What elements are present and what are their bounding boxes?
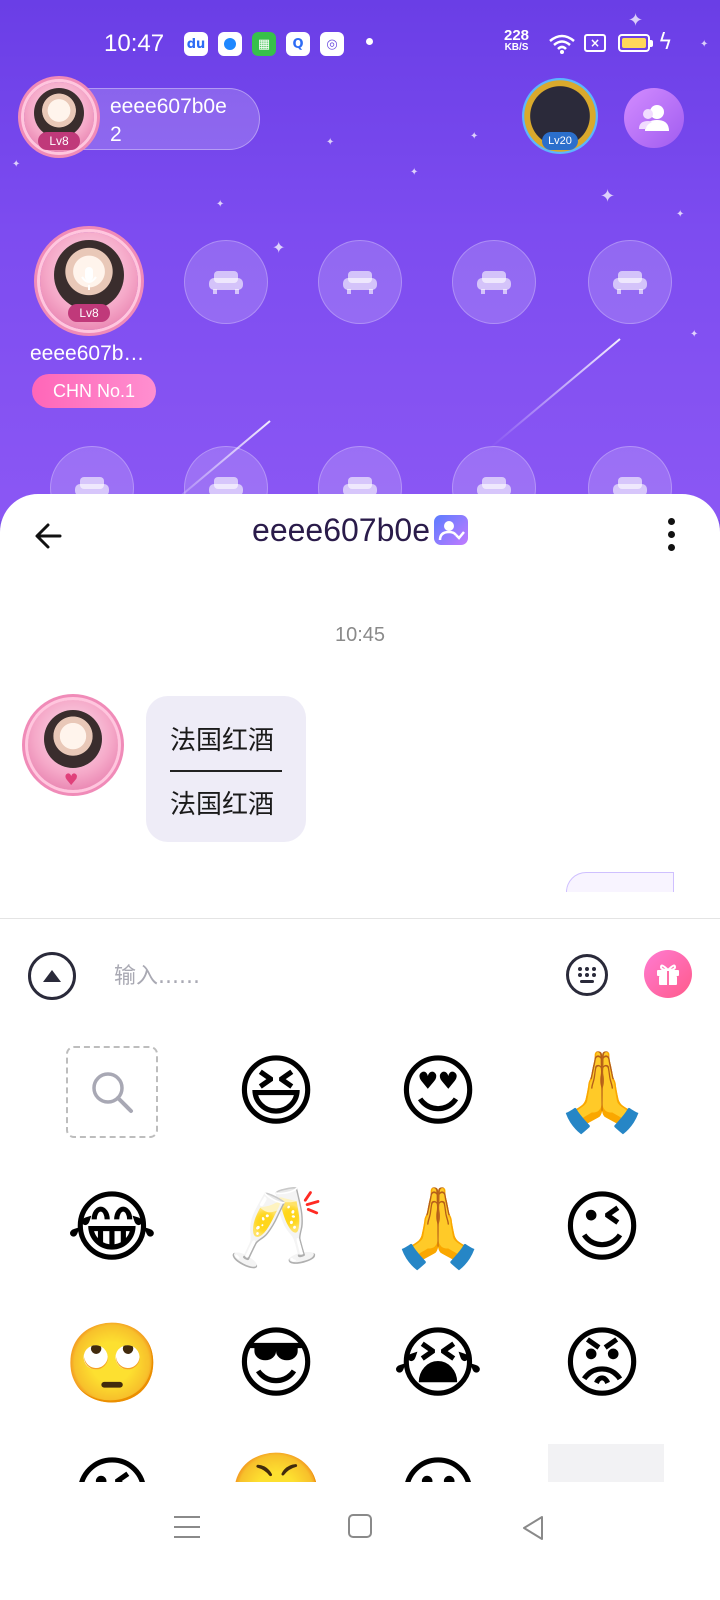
heart-icon: ♥ — [64, 770, 79, 789]
seat-host-level-tag: Lv8 — [68, 304, 110, 322]
emoji-laughing[interactable]: 😆 — [228, 1044, 324, 1140]
seat-host-avatar[interactable]: Lv8 — [40, 232, 138, 330]
home-icon[interactable] — [348, 1514, 372, 1538]
sparkle: ✦ — [470, 131, 479, 142]
chat-title-text: eeee607b0e — [252, 512, 430, 548]
emoji-partial[interactable]: 😤 — [227, 1446, 324, 1482]
battery-tip — [650, 40, 653, 47]
sofa-icon — [343, 271, 377, 294]
vip-level-tag: Lv20 — [542, 132, 578, 150]
back-triangle-icon[interactable] — [520, 1514, 546, 1542]
owner-avatar-photo — [34, 88, 84, 138]
target-app-icon: ◎ — [320, 32, 344, 56]
keyboard-button[interactable] — [566, 954, 608, 996]
sender-avatar[interactable]: ♥ — [28, 700, 118, 790]
message-divider — [170, 770, 282, 772]
q-app-icon: Q — [286, 32, 310, 56]
emoji-loading-placeholder — [548, 1444, 664, 1482]
no-sim-icon: × — [584, 34, 606, 52]
emoji-pray[interactable]: 🙏 — [553, 1044, 650, 1140]
sparkle: ✦ — [12, 159, 21, 170]
microphone-icon — [81, 267, 97, 290]
shooting-star — [489, 338, 621, 450]
rank-badge: CHN No.1 — [32, 374, 156, 408]
battery-level — [622, 38, 646, 48]
circle-app-icon — [218, 32, 242, 56]
sender-avatar-photo — [44, 710, 102, 768]
owner-name: eeee607b0e — [110, 95, 227, 118]
message-input[interactable] — [114, 954, 534, 998]
voice-room-area: ✦ ✦ ✦ ✦ ✦ ✦ ✦ ✦ ✦ ✦ ✦ 10:47 du ▦ Q ◎ 228… — [0, 0, 720, 520]
empty-seat[interactable] — [318, 240, 402, 324]
expand-toggle-button[interactable] — [28, 952, 76, 1000]
charging-icon: ϟ — [658, 30, 673, 55]
sparkle: ✦ — [600, 186, 616, 207]
emoji-partial[interactable]: 😘 — [64, 1446, 160, 1482]
people-icon — [639, 105, 669, 131]
sparkle: ✦ — [326, 137, 335, 148]
emoji-crying[interactable]: 😭 — [390, 1316, 486, 1412]
partial-message-bubble[interactable] — [566, 872, 674, 892]
verified-user-icon — [433, 515, 468, 545]
message-line-2: 法国红酒 — [170, 790, 275, 820]
baidu-icon: du — [184, 32, 208, 56]
network-speed: 228 KB/S — [504, 27, 530, 54]
sparkle: ✦ — [690, 329, 699, 340]
system-navigation-bar — [0, 1482, 720, 1600]
green-shop-icon: ▦ — [252, 32, 276, 56]
status-time: 10:47 — [104, 30, 165, 57]
notification-dot-icon — [366, 38, 373, 45]
emoji-thanks[interactable]: 🙏 — [389, 1180, 486, 1276]
status-bar: 10:47 du ▦ Q ◎ 228 KB/S × ϟ — [0, 28, 720, 64]
sparkle: ✦ — [272, 238, 286, 257]
chat-title: eeee607b0e — [0, 512, 720, 549]
more-options-icon[interactable] — [664, 518, 678, 554]
emoji-heart-eyes[interactable]: 😍 — [390, 1044, 486, 1140]
sofa-icon — [477, 271, 511, 294]
empty-seat[interactable] — [588, 240, 672, 324]
sparkle: ✦ — [216, 199, 225, 210]
emoji-partial[interactable]: 😶 — [390, 1446, 486, 1482]
members-button[interactable] — [624, 88, 684, 148]
network-speed-unit: KB/S — [504, 42, 529, 53]
chat-sheet: eeee607b0e 10:45 ♥ 法国红酒 法国红酒 输入...... 😆 … — [0, 494, 720, 1600]
empty-seat[interactable] — [184, 240, 268, 324]
recent-apps-icon[interactable] — [174, 1516, 200, 1538]
emoji-search-button[interactable] — [66, 1046, 158, 1138]
wifi-icon — [549, 34, 575, 54]
message-timestamp: 10:45 — [334, 624, 386, 646]
empty-seat[interactable] — [452, 240, 536, 324]
owner-avatar[interactable]: Lv8 — [24, 82, 94, 152]
gift-icon — [657, 964, 679, 985]
sparkle: ✦ — [676, 209, 685, 220]
emoji-panel: 😆 😍 🙏 😂 🥂 🙏 😉 🙄 😎 😭 😡 😘 😤 😶 — [0, 1034, 720, 1482]
emoji-cheers[interactable]: 🥂 — [227, 1180, 324, 1276]
message-bubble[interactable]: 法国红酒 法国红酒 — [146, 696, 306, 842]
emoji-tears-of-joy[interactable]: 😂 — [64, 1180, 160, 1276]
sofa-icon — [613, 271, 647, 294]
online-count: 2 — [110, 123, 122, 146]
battery-icon — [618, 34, 650, 52]
gift-button[interactable] — [644, 950, 692, 998]
sofa-icon — [209, 271, 243, 294]
sparkle: ✦ — [410, 167, 419, 178]
network-speed-value: 228 — [504, 27, 530, 44]
vip-avatar-frame[interactable]: Lv20 — [522, 78, 598, 154]
search-icon — [92, 1072, 133, 1113]
message-line-1: 法国红酒 — [170, 726, 275, 756]
owner-level-tag: Lv8 — [38, 132, 80, 150]
emoji-rolling-eyes[interactable]: 🙄 — [63, 1316, 160, 1412]
seat-host-name: eeee607b… — [30, 342, 145, 365]
emoji-sunglasses[interactable]: 😎 — [228, 1316, 324, 1412]
input-divider — [0, 918, 720, 919]
keyboard-icon — [578, 967, 596, 983]
triangle-up-icon — [43, 970, 61, 982]
emoji-wink[interactable]: 😉 — [554, 1180, 650, 1276]
emoji-angry[interactable]: 😡 — [554, 1316, 650, 1412]
